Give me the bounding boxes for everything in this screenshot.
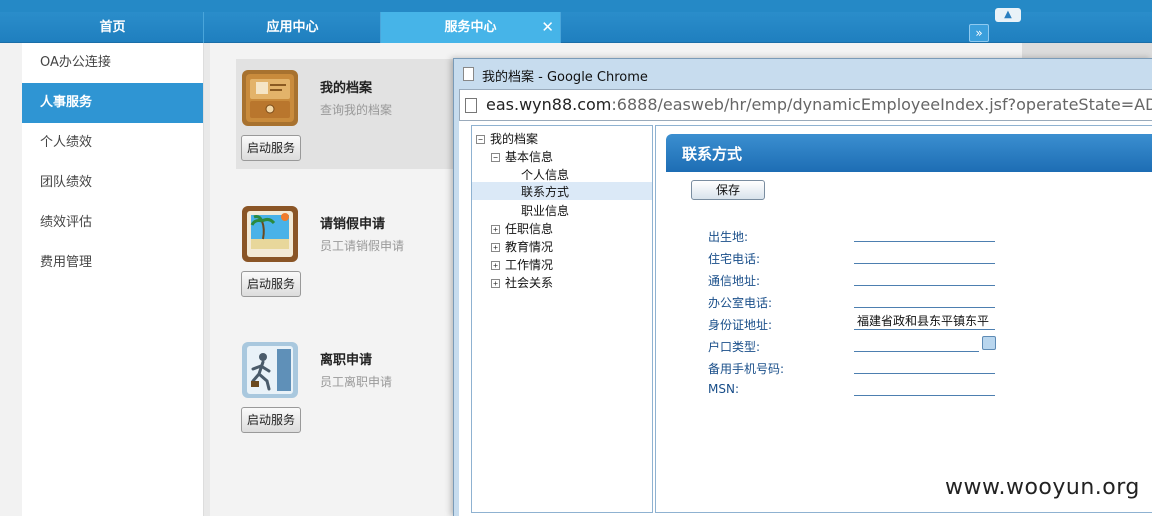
- tree-label: 我的档案: [490, 132, 539, 146]
- tree-label: 社会关系: [505, 276, 554, 290]
- top-strip: [0, 0, 1152, 12]
- start-service-button[interactable]: 启动服务: [241, 407, 301, 433]
- label-office-phone: 办公室电话:: [708, 296, 773, 310]
- tab-service-center[interactable]: 服务中心 ✕: [381, 12, 561, 43]
- service-title: 离职申请: [320, 353, 373, 368]
- address-bar[interactable]: eas.wyn88.com:6888/easweb/hr/emp/dynamic…: [459, 89, 1152, 121]
- popup-titlebar[interactable]: 我的档案 - Google Chrome: [454, 59, 1152, 89]
- id-address-field[interactable]: [854, 312, 995, 330]
- home-phone-field[interactable]: [854, 246, 995, 264]
- chrome-popup-window: 我的档案 - Google Chrome eas.wyn88.com:6888/…: [453, 58, 1152, 516]
- label-hukou-type: 户口类型:: [708, 340, 761, 354]
- close-icon[interactable]: ✕: [541, 12, 554, 43]
- chevron-up-icon[interactable]: ▲: [995, 8, 1021, 22]
- tree-label: 工作情况: [505, 258, 554, 272]
- url-host: eas.wyn88.com: [486, 95, 612, 114]
- label-backup-mobile: 备用手机号码:: [708, 362, 785, 376]
- backup-mobile-field[interactable]: [854, 356, 995, 374]
- tab-service-center-label: 服务中心: [444, 20, 497, 35]
- page-icon: [465, 98, 477, 113]
- popup-body: − 我的档案 − 基本信息 个人信息 联系方式 职业信息 + 任职信息 + 教育情况 +…: [459, 121, 1152, 516]
- tab-home[interactable]: 首页: [22, 12, 204, 43]
- left-gutter: [0, 43, 22, 516]
- service-title: 请销假申请: [320, 217, 386, 232]
- office-phone-field[interactable]: [854, 290, 995, 308]
- label-msn: MSN:: [708, 382, 739, 396]
- beach-photo-icon: [241, 205, 299, 263]
- tree-node-position[interactable]: + 任职信息: [491, 220, 553, 237]
- tree-node-education[interactable]: + 教育情况: [491, 238, 553, 255]
- save-button[interactable]: 保存: [691, 180, 765, 200]
- service-desc: 员工离职申请: [320, 375, 393, 389]
- label-birthplace: 出生地:: [708, 230, 749, 244]
- sidebar-item-hr-services[interactable]: 人事服务: [22, 83, 203, 123]
- collapse-icon[interactable]: −: [491, 153, 500, 162]
- sidebar-item-team-performance[interactable]: 团队绩效: [22, 163, 203, 203]
- collapse-icon[interactable]: −: [476, 135, 485, 144]
- tree-label: 任职信息: [505, 222, 554, 236]
- expand-icon[interactable]: +: [491, 261, 500, 270]
- sidebar-item-oa[interactable]: OA办公连接: [22, 43, 203, 83]
- exit-door-icon: [241, 341, 299, 399]
- form-header: 联系方式: [666, 134, 1152, 172]
- lookup-icon[interactable]: [982, 336, 996, 350]
- watermark: www.wooyun.org: [945, 475, 1140, 500]
- label-home-phone: 住宅电话:: [708, 252, 761, 266]
- sidebar-item-expense[interactable]: 费用管理: [22, 243, 203, 283]
- service-desc: 查询我的档案: [320, 103, 393, 117]
- tree-node-work[interactable]: + 工作情况: [491, 256, 553, 273]
- tree-node-career[interactable]: 职业信息: [521, 202, 569, 219]
- birthplace-field[interactable]: [854, 224, 995, 242]
- tree-node-basic[interactable]: − 基本信息: [491, 148, 553, 165]
- service-title: 我的档案: [320, 81, 373, 96]
- url-path: :6888/easweb/hr/emp/dynamicEmployeeIndex…: [611, 95, 1152, 114]
- double-chevron-down-icon[interactable]: »: [969, 24, 989, 42]
- msn-field[interactable]: [854, 378, 995, 396]
- sidebar-item-performance-review[interactable]: 绩效评估: [22, 203, 203, 243]
- service-desc: 员工请销假申请: [320, 239, 405, 253]
- archive-tree: − 我的档案 − 基本信息 个人信息 联系方式 职业信息 + 任职信息 + 教育情况 +…: [471, 125, 653, 513]
- url-text: eas.wyn88.com:6888/easweb/hr/emp/dynamic…: [486, 95, 1152, 114]
- hukou-type-field[interactable]: [854, 334, 979, 352]
- form-title: 联系方式: [682, 145, 743, 163]
- label-id-address: 身份证地址:: [708, 318, 773, 332]
- tree-label: 基本信息: [505, 150, 554, 164]
- expand-icon[interactable]: +: [491, 243, 500, 252]
- sidebar-item-personal-performance[interactable]: 个人绩效: [22, 123, 203, 163]
- tree-node-root[interactable]: − 我的档案: [476, 130, 538, 147]
- expand-icon[interactable]: +: [491, 279, 500, 288]
- top-tab-bar: 首页 应用中心 服务中心 ✕ ▲ »: [0, 0, 1152, 43]
- tab-app-center[interactable]: 应用中心: [205, 12, 381, 43]
- archive-folder-icon: [241, 69, 299, 127]
- tree-node-social[interactable]: + 社会关系: [491, 274, 553, 291]
- tree-label: 教育情况: [505, 240, 554, 254]
- start-service-button[interactable]: 启动服务: [241, 135, 301, 161]
- start-service-button[interactable]: 启动服务: [241, 271, 301, 297]
- page-icon: [463, 67, 474, 81]
- tree-node-personal[interactable]: 个人信息: [521, 166, 569, 183]
- label-mailing-address: 通信地址:: [708, 274, 761, 288]
- contact-form: 联系方式 保存 出生地: 住宅电话: 通信地址: 办公室电话: 身份证地址: 户…: [655, 125, 1152, 513]
- tree-node-contact[interactable]: 联系方式: [472, 182, 652, 200]
- sidebar: OA办公连接 人事服务 个人绩效 团队绩效 绩效评估 费用管理: [22, 43, 204, 516]
- popup-title: 我的档案 - Google Chrome: [482, 70, 648, 85]
- mailing-address-field[interactable]: [854, 268, 995, 286]
- expand-icon[interactable]: +: [491, 225, 500, 234]
